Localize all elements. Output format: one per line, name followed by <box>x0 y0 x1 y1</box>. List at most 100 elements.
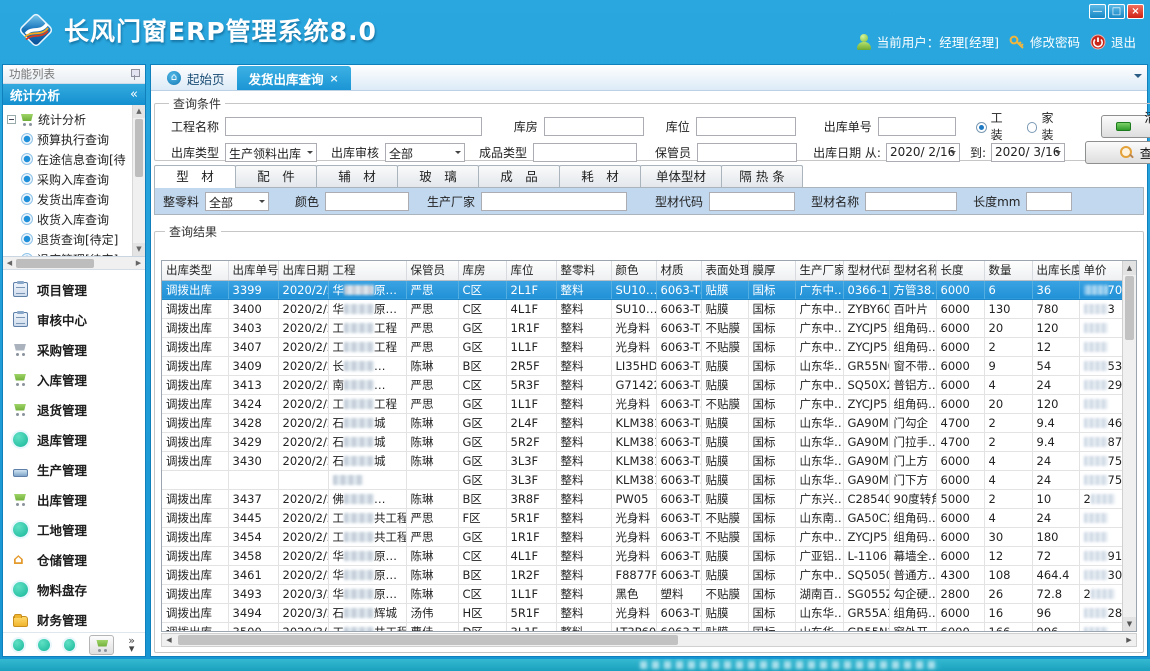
scroll-left-icon[interactable]: ◀ <box>3 259 16 267</box>
radio-selected-icon[interactable] <box>976 122 987 133</box>
scroll-up-icon[interactable]: ▲ <box>1123 261 1136 275</box>
column-header[interactable]: 单价 <box>1079 261 1124 280</box>
date-from-select[interactable]: 2020/ 2/16 <box>886 143 960 162</box>
tree-root[interactable]: 统计分析 <box>7 109 143 129</box>
material-tab-1[interactable]: 型 材 <box>154 165 236 188</box>
section-header-stats[interactable]: 统计分析 « <box>3 84 145 105</box>
close-button[interactable]: × <box>1127 4 1144 19</box>
sidebar-item-仓储管理[interactable]: ⌂仓储管理 <box>3 544 145 574</box>
length-input[interactable] <box>1026 192 1072 211</box>
dot-icon[interactable] <box>64 639 75 651</box>
column-header[interactable]: 型材名称 <box>889 261 936 280</box>
dot-icon[interactable] <box>13 639 24 651</box>
column-header[interactable]: 长度 <box>936 261 984 280</box>
table-row[interactable]: 调拨出库34542020/2/28工共工程严思G区1R1F整料光身料6063-T… <box>162 527 1137 546</box>
scroll-up-icon[interactable]: ▲ <box>133 105 145 118</box>
table-row[interactable]: 调拨出库34292020/2/26石城陈琳G区5R2F整料KLM38176063… <box>162 432 1137 451</box>
column-header[interactable]: 材质 <box>656 261 701 280</box>
project-name-input[interactable] <box>225 117 482 136</box>
scroll-down-icon[interactable]: ▼ <box>1123 617 1136 631</box>
sidebar-item-入库管理[interactable]: 入库管理 <box>3 364 145 394</box>
sidebar-item-采购管理[interactable]: 采购管理 <box>3 334 145 364</box>
sidebar-item-项目管理[interactable]: 项目管理 <box>3 274 145 304</box>
audit-select[interactable]: 全部 <box>385 143 465 162</box>
material-tab-5[interactable]: 成 品 <box>478 165 560 187</box>
table-row[interactable]: 调拨出库34932020/3/2华原…陈琳C区1L1F整料黑色塑料不贴膜国标湖南… <box>162 584 1137 603</box>
logout-button[interactable]: 退出 <box>1090 32 1136 51</box>
column-header[interactable]: 表面处理 <box>701 261 748 280</box>
whole-part-select[interactable]: 全部 <box>205 192 269 211</box>
radio-jiazhuang[interactable]: 家装 <box>1027 109 1066 143</box>
dot-icon[interactable] <box>38 639 49 651</box>
table-row[interactable]: 调拨出库34452020/2/27工共工程严思F区5R1F整料光身料6063-T… <box>162 508 1137 527</box>
material-tab-8[interactable]: 隔 热 条 <box>721 165 803 187</box>
tab-list-dropdown-icon[interactable] <box>1134 74 1142 82</box>
column-header[interactable]: 出库类型 <box>162 261 228 280</box>
maximize-button[interactable]: □ <box>1108 4 1125 19</box>
tab-outbound-query[interactable]: 发货出库查询 × <box>237 66 351 90</box>
tree-item[interactable]: 退库管理[待定] <box>21 249 143 257</box>
tree-item[interactable]: 收货入库查询 <box>21 209 143 229</box>
sidebar-item-物料盘存[interactable]: 物料盘存 <box>3 574 145 604</box>
column-header[interactable]: 膜厚 <box>748 261 795 280</box>
tree-horizontal-scrollbar[interactable]: ◀ ▶ <box>3 257 145 270</box>
product-type-input[interactable] <box>533 143 637 162</box>
column-header[interactable]: 生产厂家 <box>795 261 843 280</box>
table-row[interactable]: 调拨出库34282020/2/26石城陈琳G区2L4F整料KLM38176063… <box>162 413 1137 432</box>
scroll-down-icon[interactable]: ▼ <box>133 243 145 256</box>
column-header[interactable]: 整零料 <box>556 261 611 280</box>
table-row[interactable]: 调拨出库34242020/2/26工工程严思G区1L1F整料光身料6063-T5… <box>162 394 1137 413</box>
scroll-right-icon[interactable]: ▶ <box>1122 636 1136 644</box>
material-tab-4[interactable]: 玻 璃 <box>397 165 479 187</box>
scrollbar-thumb[interactable] <box>1125 276 1134 340</box>
column-header[interactable]: 工程 <box>328 261 406 280</box>
scrollbar-thumb[interactable] <box>135 119 143 177</box>
tree-item[interactable]: 退货查询[待定] <box>21 229 143 249</box>
column-header[interactable]: 型材代码 <box>843 261 889 280</box>
tree-collapse-icon[interactable] <box>7 115 16 124</box>
table-row[interactable]: 调拨出库34302020/2/26石城陈琳G区3L3F整料KLM38176063… <box>162 451 1137 470</box>
clear-conditions-button[interactable]: 清空条件 <box>1101 115 1150 138</box>
radio-unselected-icon[interactable] <box>1027 122 1038 133</box>
table-row[interactable]: 调拨出库34032020/2/25工工程严思G区1R1F整料光身料6063-T5… <box>162 318 1137 337</box>
material-tab-6[interactable]: 耗 材 <box>559 165 641 187</box>
tree-item[interactable]: 采购入库查询 <box>21 169 143 189</box>
sidebar-item-财务管理[interactable]: 财务管理 <box>3 604 145 632</box>
change-password-button[interactable]: 修改密码 <box>1009 32 1080 51</box>
cart-shortcut-button[interactable] <box>89 635 114 655</box>
scrollbar-thumb[interactable] <box>178 635 678 645</box>
table-row[interactable]: 调拨出库34072020/2/25工工程严思G区1L1F整料光身料6063-T5… <box>162 337 1137 356</box>
table-row[interactable]: 调拨出库34002020/2/25华原…严思C区4L1F整料SU10…6063-… <box>162 299 1137 318</box>
column-header[interactable]: 保管员 <box>406 261 458 280</box>
collapse-icon[interactable]: « <box>130 87 138 102</box>
table-row[interactable]: 调拨出库34612020/2/28华原…陈琳B区1R2F整料F8877FT606… <box>162 565 1137 584</box>
material-tab-7[interactable]: 单体型材 <box>640 165 722 187</box>
table-row[interactable]: 调拨出库35002020/3/3工共工程曹佳D区3L1F整料LT3P606063… <box>162 622 1137 632</box>
table-row[interactable]: 调拨出库34582020/2/28华原…陈琳C区4L1F整料光身料6063-T5… <box>162 546 1137 565</box>
sidebar-item-生产管理[interactable]: 生产管理 <box>3 454 145 484</box>
tree-vertical-scrollbar[interactable]: ▲ ▼ <box>132 105 145 256</box>
column-header[interactable]: 出库长度 <box>1032 261 1079 280</box>
grid-vertical-scrollbar[interactable]: ▲ ▼ <box>1122 261 1136 631</box>
table-row[interactable]: 调拨出库34942020/3/2石辉城汤伟H区5R1F整料光身料6063-T5贴… <box>162 603 1137 622</box>
search-button[interactable]: 查 询 <box>1085 141 1150 164</box>
keeper-input[interactable] <box>697 143 797 162</box>
table-row[interactable]: 调拨出库34372020/2/27佛…陈琳B区3R8F整料PW056063-T5… <box>162 489 1137 508</box>
material-tab-3[interactable]: 辅 材 <box>316 165 398 187</box>
column-header[interactable]: 出库日期 <box>278 261 328 280</box>
more-options-button[interactable]: »▾ <box>128 637 135 653</box>
tab-home[interactable]: ⌂ 起始页 <box>155 66 237 90</box>
column-header[interactable]: 出库单号 <box>228 261 278 280</box>
column-header[interactable]: 颜色 <box>611 261 656 280</box>
column-header[interactable]: 库位 <box>506 261 556 280</box>
scroll-right-icon[interactable]: ▶ <box>132 259 145 267</box>
outbound-type-select[interactable]: 生产领料出库 <box>225 143 317 162</box>
pin-icon[interactable] <box>130 69 139 80</box>
factory-input[interactable] <box>481 192 627 211</box>
tree-item[interactable]: 发货出库查询 <box>21 189 143 209</box>
column-header[interactable]: 数量 <box>984 261 1032 280</box>
minimize-button[interactable]: — <box>1089 4 1106 19</box>
table-row[interactable]: G区3L3F整料KLM38176063-T5贴膜国标山东华…GA90M09.门下… <box>162 470 1137 489</box>
tab-close-icon[interactable]: × <box>330 72 339 85</box>
scroll-left-icon[interactable]: ◀ <box>162 636 176 644</box>
